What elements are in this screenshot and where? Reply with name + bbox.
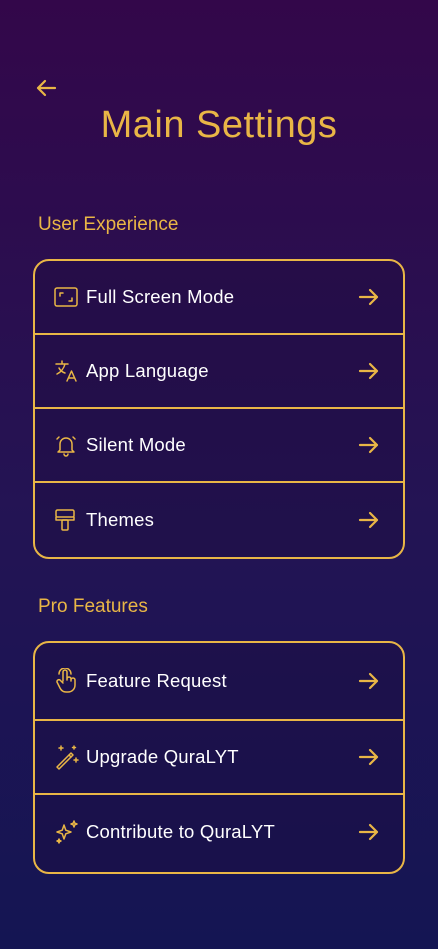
setting-silent-mode[interactable]: Silent Mode <box>35 409 403 483</box>
setting-themes[interactable]: Themes <box>35 483 403 557</box>
hand-pointer-icon <box>54 668 80 694</box>
setting-upgrade-quralyt[interactable]: Upgrade QuraLYT <box>35 721 403 795</box>
section-label-user-experience: User Experience <box>38 214 179 235</box>
user-experience-card: Full Screen Mode App Language Silent Mod… <box>33 259 405 559</box>
setting-label: Themes <box>86 509 155 530</box>
arrow-right-icon <box>357 285 381 309</box>
setting-label: Feature Request <box>86 670 227 691</box>
arrow-right-icon <box>357 508 381 532</box>
setting-app-language[interactable]: App Language <box>35 335 403 409</box>
section-label-pro-features: Pro Features <box>38 596 148 617</box>
setting-label: App Language <box>86 360 209 381</box>
arrow-left-icon <box>35 78 57 98</box>
translate-icon <box>54 358 80 384</box>
bell-icon <box>54 432 80 458</box>
magic-wand-icon <box>54 744 80 770</box>
paint-roller-icon <box>54 507 80 533</box>
setting-contribute-quralyt[interactable]: Contribute to QuraLYT <box>35 795 403 869</box>
arrow-right-icon <box>357 359 381 383</box>
setting-label: Upgrade QuraLYT <box>86 746 239 767</box>
sparkles-icon <box>54 819 80 845</box>
arrow-right-icon <box>357 669 381 693</box>
setting-full-screen-mode[interactable]: Full Screen Mode <box>35 261 403 335</box>
pro-features-card: Feature Request Upgrade QuraLYT Contribu… <box>33 641 405 874</box>
arrow-right-icon <box>357 820 381 844</box>
setting-label: Contribute to QuraLYT <box>86 821 275 842</box>
setting-feature-request[interactable]: Feature Request <box>35 643 403 721</box>
arrow-right-icon <box>357 433 381 457</box>
arrow-right-icon <box>357 745 381 769</box>
setting-label: Silent Mode <box>86 434 186 455</box>
page-title: Main Settings <box>100 104 338 146</box>
back-button[interactable] <box>34 76 58 100</box>
setting-label: Full Screen Mode <box>86 286 235 307</box>
fullscreen-icon <box>54 284 80 310</box>
